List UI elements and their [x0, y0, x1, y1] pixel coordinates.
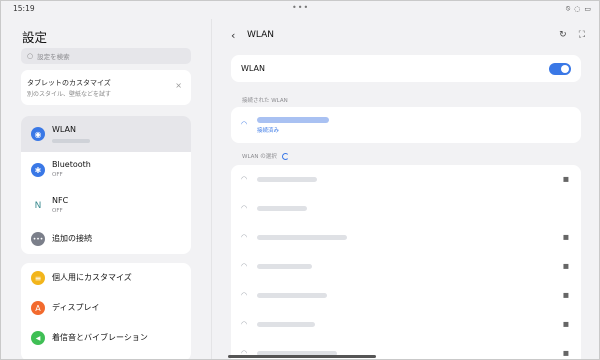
promo-title: タブレットのカスタマイズ: [27, 79, 111, 87]
wifi-signal-icon: ◠: [241, 120, 248, 128]
multitask-dots[interactable]: •••: [292, 4, 309, 12]
page-title: 設定: [22, 30, 48, 45]
wlan-toggle-label: WLAN: [241, 64, 266, 73]
wifi-signal-icon: ◠: [241, 204, 248, 212]
network-name-blurred: [257, 206, 307, 211]
connected-wlan-header: 接続された WLAN: [242, 98, 288, 104]
connections-group: ◉ WLAN ✱ Bluetooth OFF N NFC OFF ••• 追加の…: [21, 116, 191, 254]
network-row[interactable]: ◠ ■: [231, 223, 581, 252]
sidebar-item-label: WLAN: [52, 125, 77, 134]
bluetooth-icon: ✱: [31, 163, 45, 177]
sidebar-item-sub: OFF: [52, 172, 63, 178]
connected-status: 接続済み: [257, 128, 280, 134]
sidebar-item-label: ディスプレイ: [52, 303, 100, 312]
connected-network-name-blurred: [257, 117, 329, 123]
scan-icon[interactable]: ⛶: [579, 30, 585, 40]
pane-title: WLAN: [247, 30, 275, 40]
sidebar-item-label: 個人用にカスタマイズ: [52, 273, 132, 282]
promo-subtitle: 別のスタイル、壁紙などを試す: [27, 91, 112, 98]
settings-sidebar: 設定 ○ 設定を検索 タブレットのカスタマイズ 別のスタイル、壁紙などを試す ×…: [13, 19, 201, 359]
status-time: 15:19: [13, 4, 35, 13]
sidebar-item-label: NFC: [52, 196, 69, 205]
network-name-blurred: [257, 177, 317, 182]
refresh-icon[interactable]: ↻: [559, 30, 567, 40]
network-row[interactable]: ◠ ■: [231, 252, 581, 281]
sidebar-item-sub: OFF: [52, 208, 63, 214]
sidebar-item-more-connections[interactable]: ••• 追加の接続: [21, 224, 191, 254]
connected-network-row[interactable]: ◠ 接続済み: [231, 107, 581, 143]
available-networks-list: ◠ ■ ◠ ◠ ■ ◠ ■ ◠ ■ ◠ ■ ◠ ■: [231, 165, 581, 359]
home-indicator[interactable]: [228, 355, 376, 358]
battery-icon: ▭: [584, 4, 591, 13]
wlan-toggle-row[interactable]: WLAN: [231, 55, 581, 82]
personalization-group: ≡ 個人用にカスタマイズ A ディスプレイ ◀ 着信音とバイブレーション: [21, 263, 191, 359]
select-wlan-header: WLAN の選択: [242, 152, 289, 160]
wlan-pane: ‹ WLAN ↻ ⛶ WLAN 接続された WLAN ◠ 接続済み WLAN の…: [219, 19, 599, 359]
back-arrow-icon[interactable]: ‹: [231, 29, 235, 42]
network-row[interactable]: ◠ ■: [231, 281, 581, 310]
pane-divider: [211, 19, 212, 359]
close-icon[interactable]: ×: [175, 81, 182, 90]
network-row[interactable]: ◠ ■: [231, 310, 581, 339]
wifi-signal-icon: ◠: [241, 233, 248, 241]
lock-icon: ■: [562, 349, 569, 357]
sidebar-item-sound[interactable]: ◀ 着信音とバイブレーション: [21, 323, 191, 353]
lock-icon: ■: [562, 262, 569, 270]
settings-window: 15:19 ••• ⦸ ◌ ▭ 設定 ○ 設定を検索 タブレットのカスタマイズ …: [0, 0, 600, 360]
wifi-off-icon: ◌: [574, 4, 581, 13]
network-name-blurred: [257, 322, 315, 327]
search-placeholder: 設定を検索: [37, 53, 70, 61]
lock-icon: ■: [562, 320, 569, 328]
scanning-spinner-icon: [281, 153, 289, 160]
sidebar-item-display[interactable]: A ディスプレイ: [21, 293, 191, 323]
sidebar-item-wlan[interactable]: ◉ WLAN: [21, 116, 191, 152]
wlan-toggle[interactable]: [549, 63, 571, 75]
personalize-icon: ≡: [31, 271, 45, 285]
sidebar-item-label: Bluetooth: [52, 160, 91, 169]
pane-actions: ↻ ⛶: [559, 30, 585, 40]
wifi-signal-icon: ◠: [241, 320, 248, 328]
network-row[interactable]: ◠: [231, 194, 581, 223]
sidebar-item-label: 追加の接続: [52, 234, 92, 243]
status-icons: ⦸ ◌ ▭: [566, 4, 591, 13]
sidebar-item-personalize[interactable]: ≡ 個人用にカスタマイズ: [21, 263, 191, 293]
lock-icon: ■: [562, 175, 569, 183]
select-wlan-label: WLAN の選択: [242, 154, 277, 160]
sound-icon: ◀: [31, 331, 45, 345]
network-row[interactable]: ◠ ■: [231, 165, 581, 194]
sidebar-item-label: 着信音とバイブレーション: [52, 333, 148, 342]
network-name-blurred: [257, 235, 347, 240]
search-icon: ○: [27, 52, 34, 60]
wifi-signal-icon: ◠: [241, 291, 248, 299]
wifi-icon: ◉: [31, 127, 45, 141]
wifi-signal-icon: ◠: [241, 262, 248, 270]
search-input[interactable]: ○ 設定を検索: [21, 48, 191, 64]
wlan-network-name-blurred: [52, 139, 90, 143]
network-name-blurred: [257, 293, 327, 298]
sidebar-item-nfc[interactable]: N NFC OFF: [21, 188, 191, 224]
status-bar: 15:19 ••• ⦸ ◌ ▭: [1, 1, 599, 17]
more-connections-icon: •••: [31, 232, 45, 246]
lock-icon: ■: [562, 291, 569, 299]
wifi-signal-icon: ◠: [241, 175, 248, 183]
customize-tablet-card[interactable]: タブレットのカスタマイズ 別のスタイル、壁紙などを試す ×: [21, 70, 191, 105]
nfc-icon: N: [31, 199, 45, 213]
display-icon: A: [31, 301, 45, 315]
lock-icon: ■: [562, 233, 569, 241]
sidebar-item-bluetooth[interactable]: ✱ Bluetooth OFF: [21, 152, 191, 188]
do-not-disturb-icon: ⦸: [565, 4, 571, 12]
network-name-blurred: [257, 264, 312, 269]
